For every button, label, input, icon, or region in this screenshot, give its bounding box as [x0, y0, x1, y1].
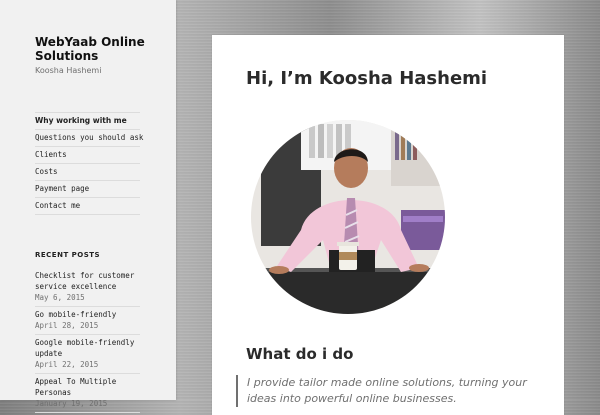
menu-item-why-working-with-me[interactable]: Why working with me: [35, 113, 140, 130]
intro-quote: I provide tailor made online solutions, …: [236, 375, 547, 407]
menu-item-costs[interactable]: Costs: [35, 164, 140, 181]
list-item: Checklist for customer service excellenc…: [35, 268, 140, 307]
profile-photo: [251, 120, 445, 314]
main-menu: Why working with me Questions you should…: [35, 112, 143, 215]
recent-posts-list: Checklist for customer service excellenc…: [35, 268, 140, 413]
post-link[interactable]: Go mobile-friendly: [35, 309, 140, 320]
post-date: May 6, 2015: [35, 293, 85, 302]
menu-item-clients[interactable]: Clients: [35, 147, 140, 164]
list-item: Go mobile-friendly April 28, 2015: [35, 307, 140, 335]
menu-item-contact-me[interactable]: Contact me: [35, 198, 140, 215]
post-date: April 22, 2015: [35, 360, 99, 369]
site-description: Koosha Hashemi: [35, 66, 102, 75]
content-card: Hi, I’m Koosha Hashemi What do i do I pr…: [212, 35, 564, 415]
recent-posts-heading: RECENT POSTS: [35, 251, 101, 259]
section-heading: What do i do: [246, 345, 354, 363]
post-date: April 28, 2015: [35, 321, 99, 330]
post-link[interactable]: Google mobile-friendly update: [35, 337, 140, 359]
menu-item-questions[interactable]: Questions you should ask: [35, 130, 143, 147]
list-item: Google mobile-friendly update April 22, …: [35, 335, 140, 374]
post-link[interactable]: Checklist for customer service excellenc…: [35, 270, 140, 292]
post-link[interactable]: Appeal To Multiple Personas: [35, 376, 140, 398]
site-title[interactable]: WebYaab Online Solutions: [35, 35, 155, 63]
profile-photo-illustration: [251, 120, 445, 314]
page-title: Hi, I’m Koosha Hashemi: [246, 68, 488, 89]
menu-item-payment-page[interactable]: Payment page: [35, 181, 140, 198]
list-item: Appeal To Multiple Personas January 19, …: [35, 374, 140, 413]
sidebar: WebYaab Online Solutions Koosha Hashemi …: [0, 0, 176, 413]
